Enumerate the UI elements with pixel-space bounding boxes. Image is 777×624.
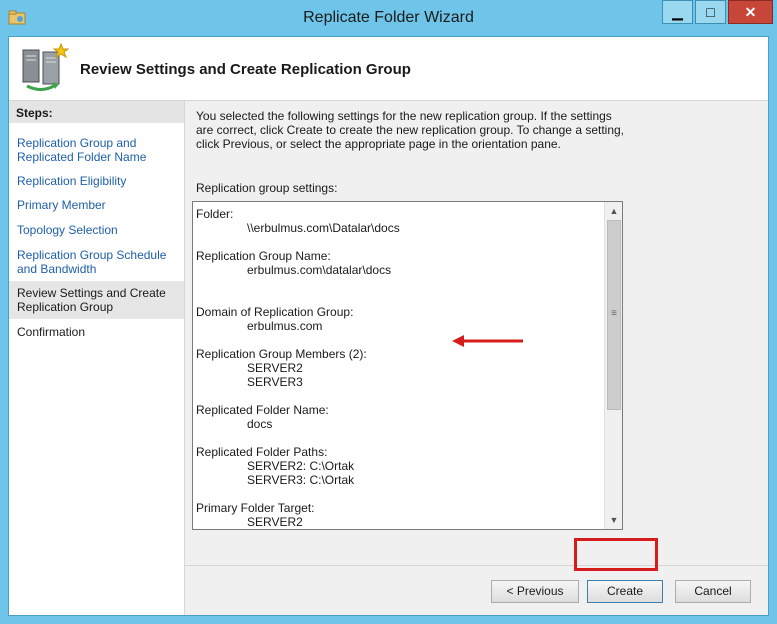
member-item: SERVER2 (247, 361, 303, 375)
steps-heading: Steps: (9, 101, 184, 123)
step-schedule-bandwidth[interactable]: Replication Group Schedule and Bandwidth (17, 248, 177, 276)
red-arrow-annotation-icon (452, 335, 523, 347)
create-highlight-annotation (574, 538, 658, 571)
member-item: SERVER3 (247, 375, 303, 389)
folder-name-value: docs (247, 417, 273, 431)
minimize-button[interactable]: ▁ (662, 0, 693, 24)
grip-icon: ≡ (611, 308, 617, 319)
maximize-button[interactable]: □ (695, 0, 726, 24)
step-replication-eligibility[interactable]: Replication Eligibility (17, 174, 177, 188)
wizard-header: Review Settings and Create Replication G… (9, 37, 768, 101)
domain-label: Domain of Replication Group: (196, 305, 354, 319)
close-button[interactable]: ✕ (728, 0, 773, 24)
primary-target-label: Primary Folder Target: (196, 501, 315, 515)
folder-label: Folder: (196, 207, 234, 221)
group-name-value: erbulmus.com\datalar\docs (247, 263, 392, 277)
intro-text: You selected the following settings for … (196, 109, 625, 151)
settings-scrollbar[interactable]: ▲ ≡ ▼ (604, 202, 622, 529)
scroll-down-icon[interactable]: ▼ (606, 512, 622, 528)
replication-servers-icon (22, 42, 69, 91)
cancel-button[interactable]: Cancel (675, 580, 751, 603)
create-button[interactable]: Create (587, 580, 663, 603)
step-replication-group-name[interactable]: Replication Group and Replicated Folder … (17, 136, 177, 164)
folder-value: \\erbulmus.com\Datalar\docs (247, 221, 400, 235)
step-review-settings[interactable]: Review Settings and Create Replication G… (9, 281, 184, 319)
page-title: Review Settings and Create Replication G… (80, 61, 411, 78)
main-pane: You selected the following settings for … (185, 101, 768, 565)
previous-button[interactable]: < Previous (491, 580, 579, 603)
settings-listbox[interactable]: Folder: \\erbulmus.com\Datalar\docs Repl… (192, 201, 623, 530)
group-name-label: Replication Group Name: (196, 249, 331, 263)
settings-label: Replication group settings: (196, 181, 338, 195)
path-item: SERVER3: C:\Ortak (247, 473, 355, 487)
scroll-thumb[interactable]: ≡ (607, 220, 621, 410)
members-label: Replication Group Members (2): (196, 347, 367, 361)
step-confirmation: Confirmation (17, 325, 86, 339)
scroll-up-icon[interactable]: ▲ (606, 203, 622, 219)
paths-label: Replicated Folder Paths: (196, 445, 328, 459)
step-topology-selection[interactable]: Topology Selection (17, 223, 177, 237)
steps-pane: Steps: Replication Group and Replicated … (9, 101, 185, 615)
footer-divider (185, 565, 768, 566)
wizard-window: Replicate Folder Wizard ▁ □ ✕ Review Set… (0, 0, 777, 624)
wizard-client-area: Review Settings and Create Replication G… (8, 36, 769, 616)
step-primary-member[interactable]: Primary Member (17, 198, 177, 212)
domain-value: erbulmus.com (247, 319, 323, 333)
window-title: Replicate Folder Wizard (303, 9, 474, 26)
path-item: SERVER2: C:\Ortak (247, 459, 355, 473)
title-bar[interactable]: Replicate Folder Wizard ▁ □ ✕ (0, 0, 777, 36)
folder-name-label: Replicated Folder Name: (196, 403, 329, 417)
primary-target-value: SERVER2 (247, 515, 303, 529)
